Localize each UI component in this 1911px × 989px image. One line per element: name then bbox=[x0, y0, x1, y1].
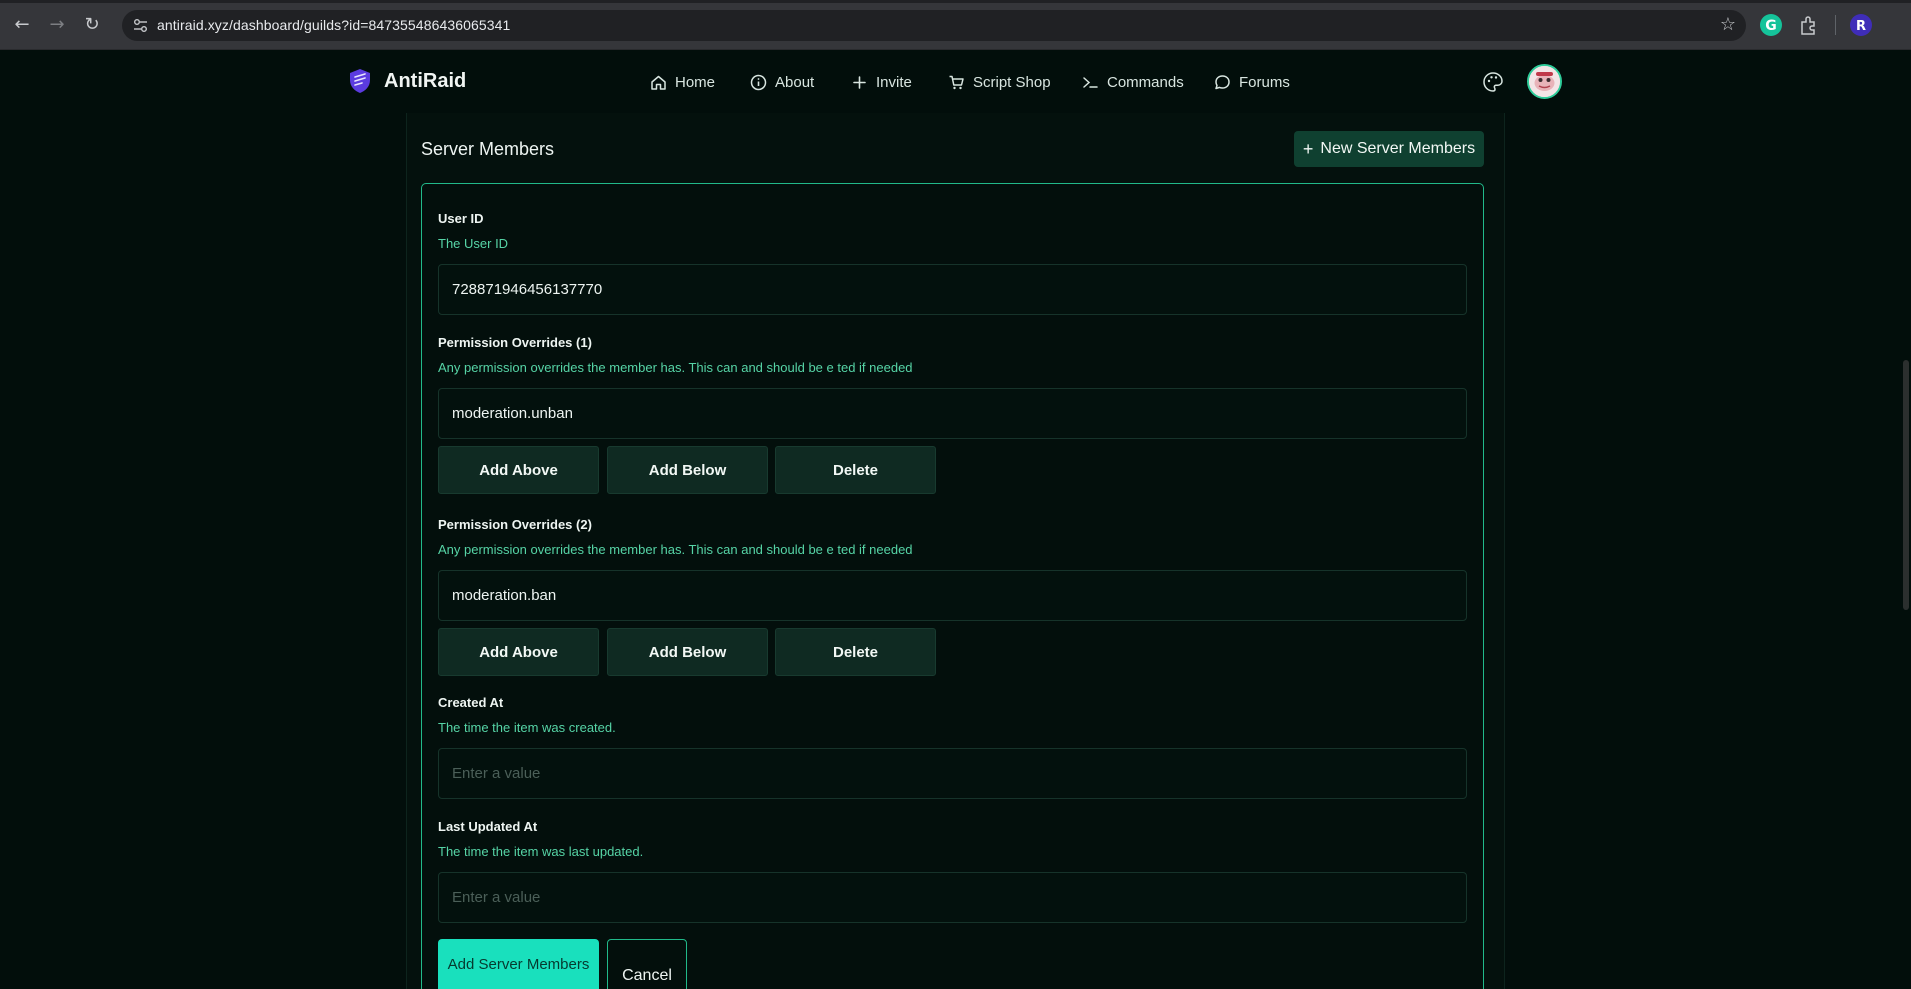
nav-invite[interactable]: Invite bbox=[851, 71, 912, 93]
created-at-description: The time the item was created. bbox=[438, 720, 616, 735]
nav-script-shop[interactable]: Script Shop bbox=[948, 71, 1051, 93]
antiraid-logo-icon[interactable] bbox=[348, 68, 372, 94]
user-id-input[interactable]: 728871946456137770 bbox=[438, 264, 1467, 315]
brand-name[interactable]: AntiRaid bbox=[384, 70, 466, 93]
reload-icon[interactable]: ↻ bbox=[79, 12, 105, 38]
override-1-add-below-button[interactable]: Add Below bbox=[607, 446, 768, 494]
url-text[interactable]: antiraid.xyz/dashboard/guilds?id=8473554… bbox=[157, 17, 510, 33]
permission-override-1-description: Any permission overrides the member has.… bbox=[438, 360, 913, 375]
nav-commands[interactable]: Commands bbox=[1082, 71, 1184, 93]
created-at-input[interactable]: Enter a value bbox=[438, 748, 1467, 799]
browser-toolbar: ← → ↻ antiraid.xyz/dashboard/guilds?id=8… bbox=[0, 0, 1911, 50]
bookmark-star-icon[interactable]: ☆ bbox=[1720, 14, 1736, 35]
nav-forums[interactable]: Forums bbox=[1214, 71, 1290, 93]
user-id-description: The User ID bbox=[438, 236, 509, 251]
permission-override-2-description: Any permission overrides the member has.… bbox=[438, 542, 913, 557]
last-updated-at-input[interactable]: Enter a value bbox=[438, 872, 1467, 923]
override-2-delete-button[interactable]: Delete bbox=[775, 628, 936, 676]
add-server-members-button[interactable]: Add Server Members bbox=[438, 939, 599, 989]
permission-override-2-label: Permission Overrides (2) bbox=[438, 517, 592, 532]
permission-override-1-label: Permission Overrides (1) bbox=[438, 335, 592, 350]
cart-icon bbox=[949, 75, 964, 89]
svg-text:R: R bbox=[1856, 19, 1866, 34]
back-icon[interactable]: ← bbox=[9, 12, 35, 38]
override-1-delete-button[interactable]: Delete bbox=[775, 446, 936, 494]
permission-override-2-input[interactable]: moderation.ban bbox=[438, 570, 1467, 621]
grammarly-icon[interactable]: G bbox=[1760, 14, 1782, 36]
plus-icon: + bbox=[1302, 139, 1314, 159]
created-at-label: Created At bbox=[438, 695, 504, 710]
user-id-label: User ID bbox=[438, 211, 484, 226]
info-icon bbox=[750, 74, 767, 90]
nav-about-label: About bbox=[775, 73, 815, 91]
svg-text:G: G bbox=[1765, 18, 1777, 34]
extensions-icon[interactable] bbox=[1797, 14, 1819, 36]
tab-strip bbox=[0, 0, 1911, 3]
permission-override-1-input[interactable]: moderation.unban bbox=[438, 388, 1467, 439]
nav-about[interactable]: About bbox=[750, 71, 814, 93]
override-2-add-below-button[interactable]: Add Below bbox=[607, 628, 768, 676]
forward-icon[interactable]: → bbox=[44, 12, 70, 38]
nav-forums-label: Forums bbox=[1239, 73, 1290, 91]
cancel-button[interactable]: Cancel bbox=[607, 939, 687, 989]
nav-home-label: Home bbox=[675, 73, 716, 91]
nav-home[interactable]: Home bbox=[650, 71, 715, 93]
override-2-add-above-button[interactable]: Add Above bbox=[438, 628, 599, 676]
last-updated-at-description: The time the item was last updated. bbox=[438, 844, 644, 859]
nav-commands-label: Commands bbox=[1107, 73, 1184, 91]
last-updated-at-label: Last Updated At bbox=[438, 819, 538, 834]
scrollbar-thumb[interactable] bbox=[1903, 360, 1909, 610]
address-bar[interactable]: antiraid.xyz/dashboard/guilds?id=8473554… bbox=[122, 10, 1746, 41]
site-settings-icon[interactable] bbox=[132, 17, 149, 34]
nav-script-shop-label: Script Shop bbox=[973, 73, 1051, 91]
new-server-members-button[interactable]: + New Server Members bbox=[1294, 131, 1484, 167]
avatar[interactable] bbox=[1527, 64, 1562, 99]
section-title: Server Members bbox=[421, 139, 555, 159]
toolbar-divider bbox=[1835, 15, 1836, 35]
profile-icon[interactable]: R bbox=[1850, 14, 1872, 36]
chat-icon bbox=[1215, 74, 1230, 89]
nav-invite-label: Invite bbox=[876, 73, 912, 91]
palette-icon[interactable] bbox=[1482, 71, 1504, 93]
override-1-add-above-button[interactable]: Add Above bbox=[438, 446, 599, 494]
terminal-icon bbox=[1083, 76, 1098, 88]
plus-icon bbox=[853, 75, 866, 89]
new-server-members-label: New Server Members bbox=[1320, 140, 1476, 157]
home-icon bbox=[651, 75, 666, 90]
